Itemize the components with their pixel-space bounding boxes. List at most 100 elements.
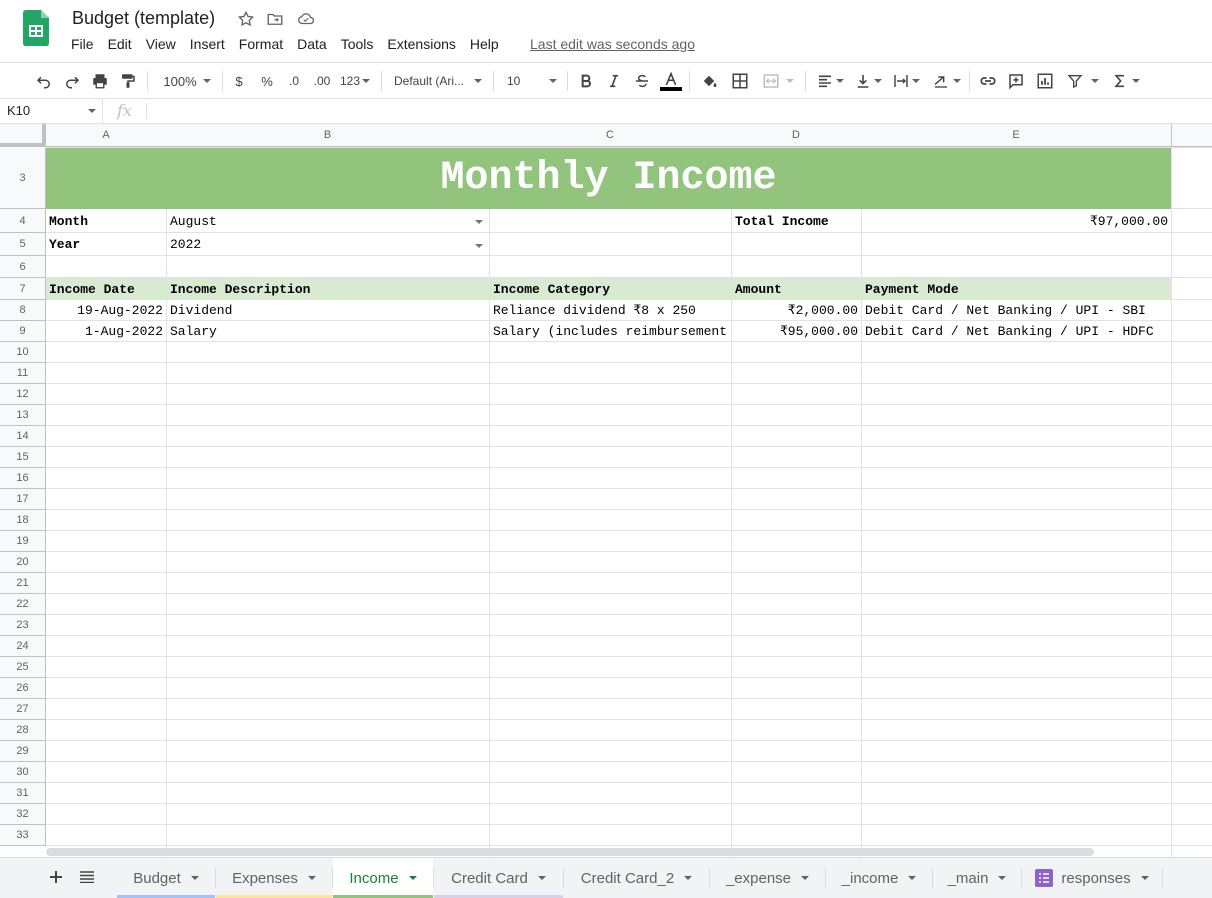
insert-chart-button[interactable] [1034, 69, 1056, 93]
row-header-11[interactable]: 11 [0, 363, 46, 384]
increase-decimal-button[interactable]: .00 [310, 69, 334, 93]
last-edit-link[interactable]: Last edit was seconds ago [530, 36, 695, 52]
text-rotation-button[interactable] [929, 69, 963, 93]
row-header-24[interactable]: 24 [0, 636, 46, 657]
menu-view[interactable]: View [139, 34, 183, 56]
row-header-27[interactable]: 27 [0, 699, 46, 720]
column-header-d[interactable]: D [731, 124, 862, 147]
all-sheets-button[interactable] [76, 866, 98, 888]
chevron-down-icon[interactable] [408, 876, 417, 880]
name-box[interactable]: K10 [0, 99, 103, 123]
row-header-10[interactable]: 10 [0, 342, 46, 363]
horizontal-align-button[interactable] [814, 69, 846, 93]
total-income-value[interactable]: ₹97,000.00 [862, 209, 1171, 233]
row-header-25[interactable]: 25 [0, 657, 46, 678]
row2-payment-mode[interactable]: Debit Card / Net Banking / UPI - HDFC [862, 321, 1171, 342]
row-header-33[interactable]: 33 [0, 825, 46, 846]
row-header-26[interactable]: 26 [0, 678, 46, 699]
paint-format-button[interactable] [117, 69, 139, 93]
row-header-30[interactable]: 30 [0, 762, 46, 783]
merge-cells-button[interactable] [758, 69, 798, 93]
menu-tools[interactable]: Tools [334, 34, 381, 56]
sheet-title-cell[interactable]: Monthly Income [46, 148, 1171, 209]
select-all-corner[interactable] [0, 124, 46, 147]
chevron-down-icon[interactable] [801, 876, 810, 880]
row2-amount[interactable]: ₹95,000.00 [732, 321, 861, 342]
row1-description[interactable]: Dividend [167, 300, 489, 321]
cloud-saved-icon[interactable] [297, 10, 315, 28]
row1-payment-mode[interactable]: Debit Card / Net Banking / UPI - SBI [862, 300, 1171, 321]
chevron-down-icon[interactable] [1140, 876, 1149, 880]
year-select[interactable]: 2022 [167, 233, 489, 256]
filter-button[interactable] [1063, 69, 1103, 93]
chevron-down-icon[interactable] [190, 876, 199, 880]
fill-color-button[interactable] [698, 69, 720, 93]
sheet-tab-main[interactable]: _main [933, 858, 1021, 898]
row-header-28[interactable]: 28 [0, 720, 46, 741]
month-label[interactable]: Month [46, 209, 166, 233]
menu-help[interactable]: Help [463, 34, 506, 56]
sheet-tab-budget[interactable]: Budget [117, 858, 215, 898]
column-header-e[interactable]: E [861, 124, 1172, 147]
chevron-down-icon[interactable] [475, 220, 483, 224]
header-income-category[interactable]: Income Category [490, 278, 731, 300]
row-header-21[interactable]: 21 [0, 573, 46, 594]
row-header-14[interactable]: 14 [0, 426, 46, 447]
text-wrapping-button[interactable] [890, 69, 922, 93]
vertical-align-button[interactable] [852, 69, 884, 93]
italic-button[interactable] [603, 69, 625, 93]
functions-button[interactable] [1110, 69, 1142, 93]
chevron-down-icon[interactable] [908, 876, 917, 880]
chevron-down-icon[interactable] [475, 244, 483, 248]
text-color-button[interactable] [660, 69, 682, 93]
print-button[interactable] [89, 69, 111, 93]
chevron-down-icon[interactable] [537, 876, 546, 880]
font-size-select[interactable]: 10 [503, 69, 561, 93]
month-select[interactable]: August [167, 209, 489, 233]
row-header-22[interactable]: 22 [0, 594, 46, 615]
spreadsheet-grid[interactable]: ABCDE 3 4 5 6 7 8 9 10 11 12 13 14 15 16 17 18 19 20 21 22 2… [0, 124, 1212, 857]
add-sheet-button[interactable] [45, 866, 67, 888]
row-header-6[interactable]: 6 [0, 256, 46, 278]
column-header-a[interactable]: A [46, 124, 167, 147]
menu-extensions[interactable]: Extensions [380, 34, 462, 56]
column-header-c[interactable]: C [489, 124, 732, 147]
row-header-17[interactable]: 17 [0, 489, 46, 510]
borders-button[interactable] [729, 69, 751, 93]
chevron-down-icon[interactable] [307, 876, 316, 880]
row-header-8[interactable]: 8 [0, 300, 46, 321]
row2-date[interactable]: 1-Aug-2022 [46, 321, 166, 342]
insert-link-button[interactable] [977, 69, 999, 93]
row-header-13[interactable]: 13 [0, 405, 46, 426]
row-header-15[interactable]: 15 [0, 447, 46, 468]
sheet-tab-credit-card-2[interactable]: Credit Card_2 [564, 858, 709, 898]
undo-button[interactable] [33, 69, 55, 93]
row-header-29[interactable]: 29 [0, 741, 46, 762]
currency-format-button[interactable]: $ [229, 69, 249, 93]
row2-description[interactable]: Salary [167, 321, 489, 342]
row-header-19[interactable]: 19 [0, 531, 46, 552]
sheets-logo-icon[interactable] [23, 10, 49, 46]
decrease-decimal-button[interactable]: .0 [283, 69, 305, 93]
row-header-9[interactable]: 9 [0, 321, 46, 342]
row2-category[interactable]: Salary (includes reimbursement [490, 321, 731, 342]
menu-format[interactable]: Format [232, 34, 290, 56]
percent-format-button[interactable]: % [257, 69, 277, 93]
menu-insert[interactable]: Insert [183, 34, 232, 56]
formula-input[interactable] [152, 99, 1202, 123]
strikethrough-button[interactable] [631, 69, 653, 93]
sheet-tab-income[interactable]: Income [333, 858, 433, 898]
more-formats-button[interactable]: 123 [338, 69, 372, 93]
sheet-tab-expenses[interactable]: Expenses [216, 858, 332, 898]
menu-data[interactable]: Data [290, 34, 334, 56]
document-title[interactable]: Budget (template) [72, 8, 215, 29]
header-income-date[interactable]: Income Date [46, 278, 166, 300]
row1-date[interactable]: 19-Aug-2022 [46, 300, 166, 321]
header-income-description[interactable]: Income Description [167, 278, 489, 300]
sheet-tab-responses[interactable]: responses [1022, 858, 1162, 898]
row1-category[interactable]: Reliance dividend ₹8 x 250 [490, 300, 731, 321]
header-amount[interactable]: Amount [732, 278, 861, 300]
bold-button[interactable] [575, 69, 597, 93]
zoom-select[interactable]: 100% [158, 69, 216, 93]
column-header-b[interactable]: B [166, 124, 490, 147]
